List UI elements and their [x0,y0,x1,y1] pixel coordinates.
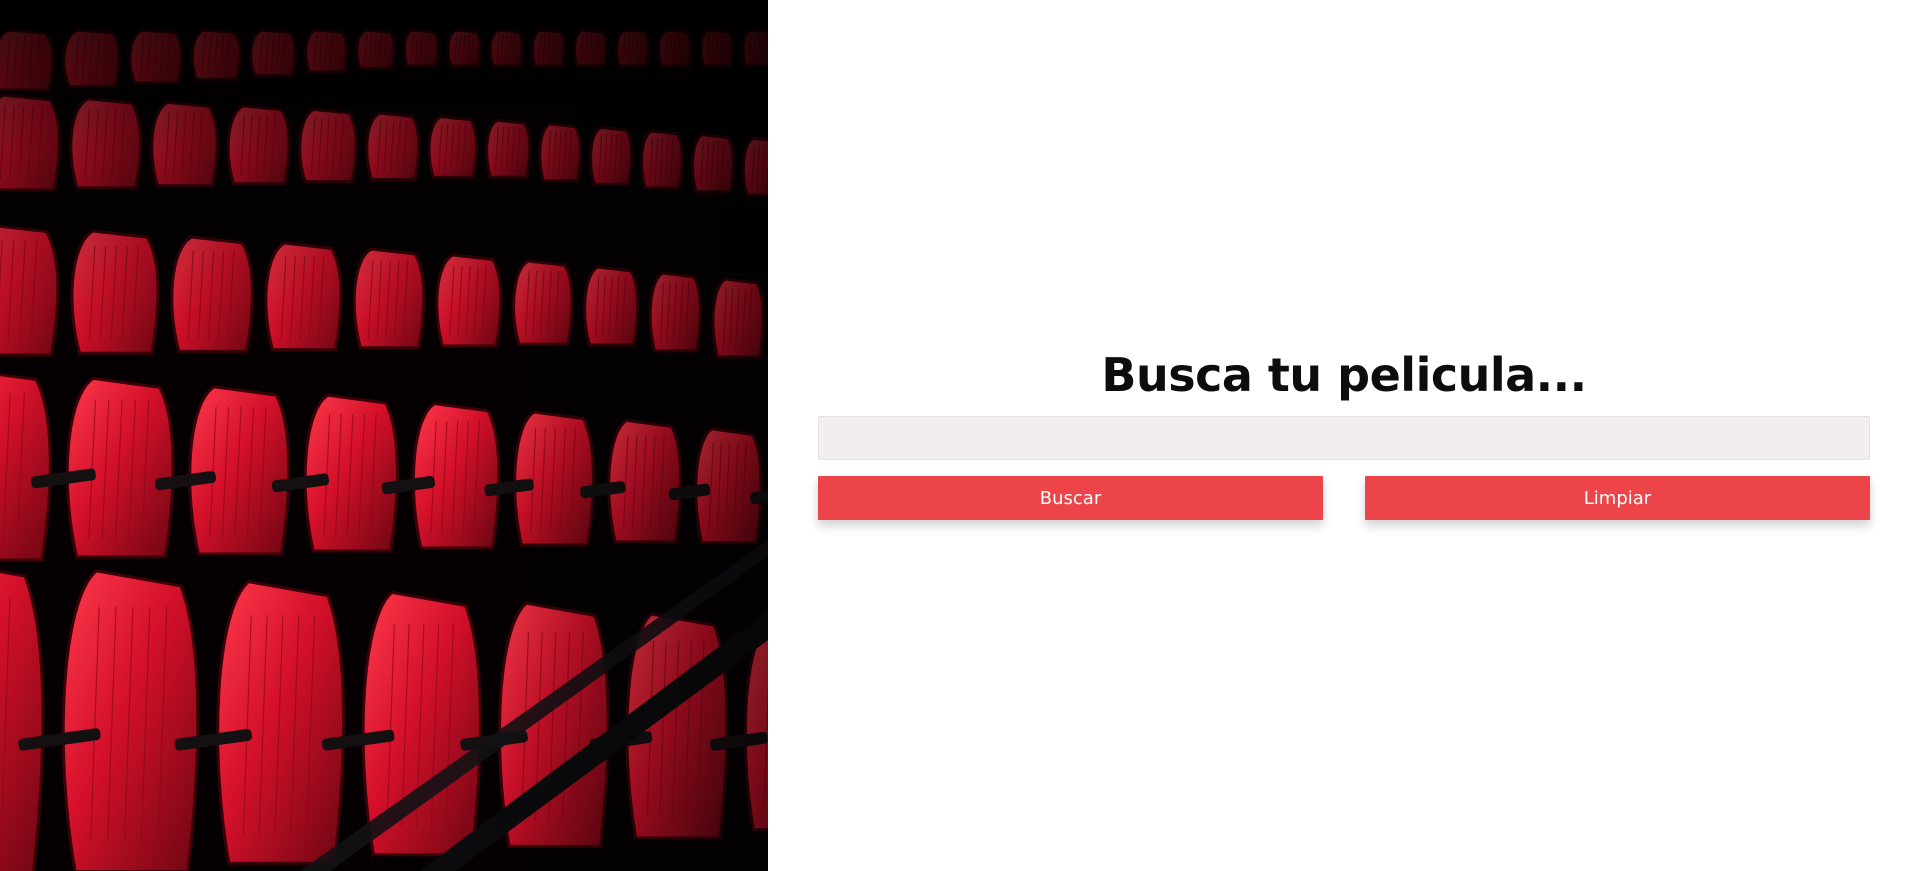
search-button[interactable]: Buscar [818,476,1323,520]
search-panel: Busca tu pelicula... Buscar Limpiar [818,0,1870,871]
page-title: Busca tu pelicula... [1101,348,1587,402]
page: Busca tu pelicula... Buscar Limpiar [0,0,1920,871]
clear-button[interactable]: Limpiar [1365,476,1870,520]
search-input[interactable] [818,416,1870,460]
theater-seats-photo [0,0,768,871]
hero-image [0,0,768,871]
